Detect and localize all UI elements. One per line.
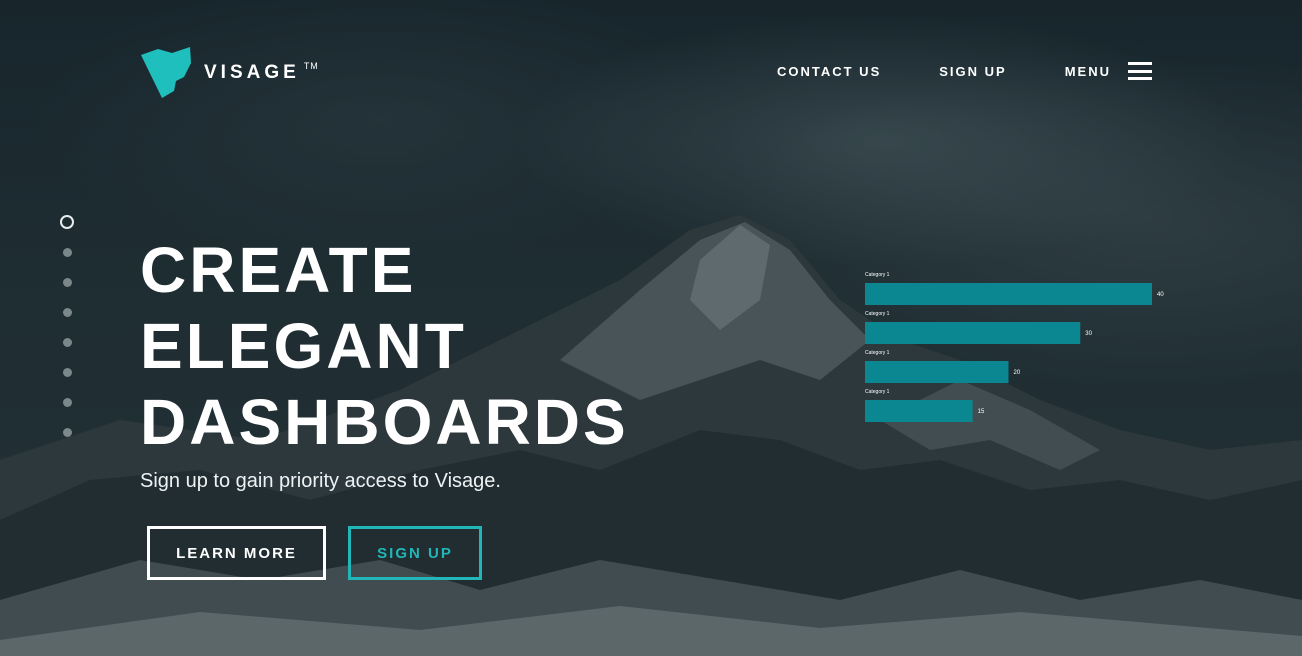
bar-value-label: 40 [1157, 292, 1164, 298]
slide-pagination [60, 215, 74, 458]
menu-label: MENU [1064, 63, 1111, 79]
nav-sign-up[interactable]: SIGN UP [939, 64, 1006, 79]
hero-title-line: ELEGANT [140, 310, 467, 382]
trademark-mark: TM [303, 61, 319, 71]
bar-category-label: Category 1 [865, 272, 890, 278]
slide-dot[interactable] [62, 428, 72, 437]
sign-up-button[interactable]: SIGN UP [348, 526, 482, 580]
bar [865, 283, 1152, 305]
hero-title: CREATE ELEGANT DASHBOARDS [140, 232, 629, 460]
hamburger-icon [1128, 62, 1152, 80]
slide-dot[interactable] [62, 308, 72, 317]
bar [865, 400, 973, 422]
hero-subtitle: Sign up to gain priority access to Visag… [140, 470, 501, 492]
bar [865, 361, 1009, 383]
bar-value-label: 15 [978, 409, 985, 415]
bar [865, 322, 1081, 344]
nav-contact-us[interactable]: CONTACT US [777, 64, 881, 79]
hero-title-line: DASHBOARDS [140, 386, 629, 458]
bar-category-label: Category 1 [865, 350, 890, 356]
brand-logo[interactable]: VISAGE TM [140, 47, 319, 99]
slide-dot[interactable] [62, 338, 72, 347]
slide-dot[interactable] [62, 368, 72, 377]
bar-value-label: 20 [1014, 370, 1021, 376]
visage-logo-icon [141, 47, 191, 98]
menu-button[interactable]: MENU [1065, 62, 1152, 80]
bar-category-label: Category 1 [865, 389, 890, 395]
bar-chart: Category 1 40 Category 1 30 Category 1 20 Cate… [865, 272, 1164, 422]
brand-name: VISAGE [204, 62, 300, 83]
bar-category-label: Category 1 [865, 311, 890, 317]
hero-title-line: CREATE [140, 234, 417, 306]
slide-dot[interactable] [62, 398, 72, 407]
bar-value-label: 30 [1085, 331, 1092, 337]
slide-dot[interactable] [62, 248, 72, 257]
slide-dot[interactable] [62, 278, 72, 287]
top-navigation: CONTACT US SIGN UP MENU [719, 62, 1152, 80]
slide-dot-active[interactable] [60, 215, 74, 229]
learn-more-button[interactable]: LEARN MORE [147, 526, 326, 580]
